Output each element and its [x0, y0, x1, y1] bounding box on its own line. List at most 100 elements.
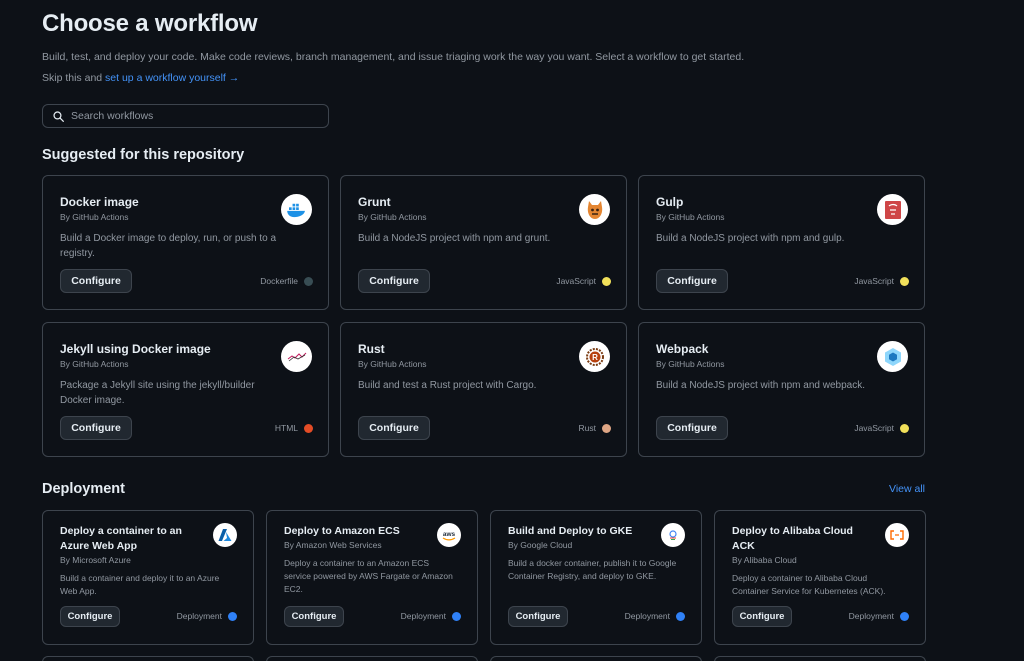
card-title: Webpack — [656, 342, 709, 356]
language-name: Dockerfile — [260, 276, 298, 286]
category-label: Deployment — [177, 611, 237, 621]
card-description: Build a docker container, publish it to … — [508, 558, 677, 581]
card-author: By GitHub Actions — [60, 212, 129, 222]
workflow-card-gulp[interactable]: Gulp By GitHub Actions Build a NodeJS pr… — [638, 175, 925, 310]
language-color-dot — [304, 423, 313, 433]
language-color-dot — [602, 276, 611, 286]
category-name: Deployment — [176, 611, 222, 621]
search-input[interactable] — [71, 110, 311, 122]
language-color-dot — [602, 423, 611, 433]
configure-button[interactable]: Configure — [60, 606, 120, 627]
azure-icon — [213, 523, 237, 547]
search-box[interactable] — [42, 104, 329, 128]
partial-card — [42, 656, 254, 661]
configure-button[interactable]: Configure — [656, 416, 728, 440]
card-description: Build a NodeJS project with npm and gulp… — [656, 233, 845, 244]
language-name: JavaScript — [854, 276, 894, 286]
page-title: Choose a workflow — [42, 10, 258, 37]
workflow-card-alibaba-ack[interactable]: Deploy to Alibaba Cloud ACK By Alibaba C… — [714, 510, 926, 645]
category-label: Deployment — [625, 611, 685, 621]
card-title: Docker image — [60, 195, 139, 209]
setup-workflow-yourself-link[interactable]: set up a workflow yourself → — [105, 72, 239, 84]
card-title: Gulp — [656, 195, 684, 209]
jekyll-icon — [281, 341, 312, 372]
language-label: Dockerfile — [260, 276, 313, 286]
category-color-dot — [676, 611, 685, 621]
category-color-dot — [452, 611, 461, 621]
card-author: By GitHub Actions — [656, 212, 725, 222]
grunt-icon — [579, 194, 610, 225]
card-title: Deploy to Amazon ECS — [284, 525, 400, 537]
setup-link-label[interactable]: set up a workflow yourself — [105, 72, 226, 84]
card-author: By GitHub Actions — [656, 359, 725, 369]
category-color-dot — [228, 611, 237, 621]
docker-icon — [281, 194, 312, 225]
partial-card — [490, 656, 702, 661]
alibaba-cloud-icon — [885, 523, 909, 547]
configure-button[interactable]: Configure — [656, 269, 728, 293]
view-all-link[interactable]: View all — [889, 483, 925, 495]
workflow-card-jekyll-docker[interactable]: Jekyll using Docker image By GitHub Acti… — [42, 322, 329, 457]
page-intro: Build, test, and deploy your code. Make … — [42, 51, 745, 63]
language-color-dot — [304, 276, 313, 286]
card-title: Rust — [358, 342, 385, 356]
workflow-card-docker-image[interactable]: Docker image By GitHub Actions Build a D… — [42, 175, 329, 310]
next-row-cards-partial — [42, 656, 926, 661]
card-description: Deploy a container to an Amazon ECS serv… — [284, 558, 453, 594]
configure-button[interactable]: Configure — [284, 606, 344, 627]
card-description: Deploy a container to Alibaba Cloud Cont… — [732, 573, 886, 596]
rust-icon: R — [579, 341, 610, 372]
category-label: Deployment — [401, 611, 461, 621]
partial-card — [266, 656, 478, 661]
search-icon — [53, 110, 64, 122]
configure-button[interactable]: Configure — [732, 606, 792, 627]
skip-line: Skip this and set up a workflow yourself… — [42, 72, 239, 84]
configure-button[interactable]: Configure — [508, 606, 568, 627]
webpack-icon — [877, 341, 908, 372]
card-author: By Microsoft Azure — [60, 555, 131, 565]
card-description: Build a NodeJS project with npm and webp… — [656, 380, 866, 391]
workflow-card-azure-web-app[interactable]: Deploy a container to an Azure Web App B… — [42, 510, 254, 645]
deployment-section-title: Deployment — [42, 481, 125, 497]
category-name: Deployment — [400, 611, 446, 621]
card-description: Package a Jekyll site using the jekyll/b… — [60, 380, 255, 406]
configure-button[interactable]: Configure — [60, 416, 132, 440]
language-color-dot — [900, 276, 909, 286]
card-title: Build and Deploy to GKE — [508, 525, 633, 537]
deployment-workflows-grid: Deploy a container to an Azure Web App B… — [42, 510, 926, 645]
aws-icon: aws — [437, 523, 461, 547]
gulp-icon — [877, 194, 908, 225]
language-name: HTML — [274, 423, 298, 433]
category-color-dot — [900, 611, 909, 621]
category-name: Deployment — [848, 611, 894, 621]
card-author: By Google Cloud — [508, 540, 573, 550]
card-description: Build and test a Rust project with Cargo… — [358, 380, 537, 391]
configure-button[interactable]: Configure — [60, 269, 132, 293]
card-title: Deploy a container to an Azure Web App — [60, 525, 182, 552]
workflow-card-webpack[interactable]: Webpack By GitHub Actions Build a NodeJS… — [638, 322, 925, 457]
partial-card — [714, 656, 926, 661]
workflow-card-gke[interactable]: Build and Deploy to GKE By Google Cloud … — [490, 510, 702, 645]
suggested-workflows-grid: Docker image By GitHub Actions Build a D… — [42, 175, 925, 457]
card-description: Build a NodeJS project with npm and grun… — [358, 233, 551, 244]
language-name: JavaScript — [854, 423, 894, 433]
language-color-dot — [900, 423, 909, 433]
card-author: By Amazon Web Services — [284, 540, 382, 550]
language-label: JavaScript — [556, 276, 611, 286]
language-label: JavaScript — [854, 276, 909, 286]
workflow-card-amazon-ecs[interactable]: Deploy to Amazon ECS By Amazon Web Servi… — [266, 510, 478, 645]
skip-prefix: Skip this and — [42, 72, 106, 84]
google-cloud-icon — [661, 523, 685, 547]
workflow-card-rust[interactable]: Rust By GitHub Actions Build and test a … — [340, 322, 627, 457]
card-author: By GitHub Actions — [358, 359, 427, 369]
workflow-card-grunt[interactable]: Grunt By GitHub Actions Build a NodeJS p… — [340, 175, 627, 310]
workflow-chooser-page: Choose a workflow Build, test, and deplo… — [0, 0, 1024, 661]
suggested-section-title: Suggested for this repository — [42, 147, 245, 163]
card-title: Deploy to Alibaba Cloud ACK — [732, 525, 853, 552]
language-name: JavaScript — [556, 276, 596, 286]
card-description: Build a Docker image to deploy, run, or … — [60, 233, 277, 259]
language-label: JavaScript — [854, 423, 909, 433]
card-title: Jekyll using Docker image — [60, 342, 211, 356]
configure-button[interactable]: Configure — [358, 269, 430, 293]
configure-button[interactable]: Configure — [358, 416, 430, 440]
